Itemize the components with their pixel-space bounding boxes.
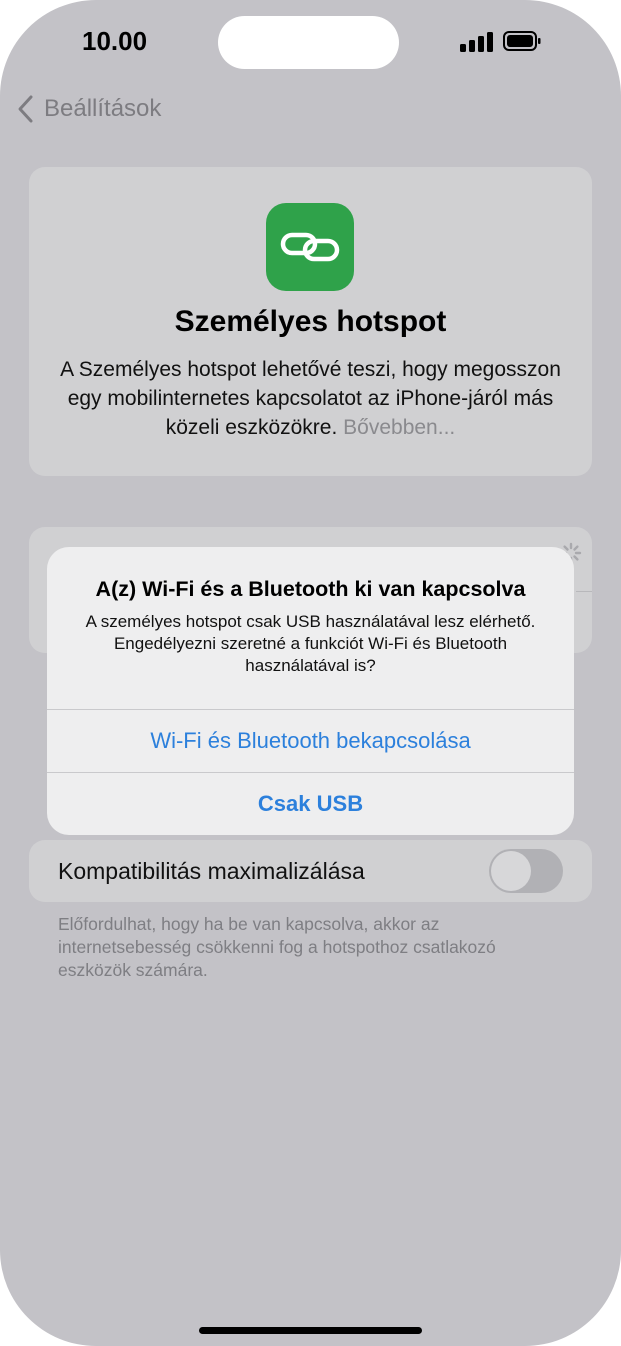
usb-only-button[interactable]: Csak USB — [47, 773, 574, 835]
more-link[interactable]: Bővebben... — [343, 416, 455, 439]
alert-title: A(z) Wi-Fi és a Bluetooth ki van kapcsol… — [95, 577, 526, 601]
hotspot-app-icon — [266, 203, 354, 291]
home-indicator[interactable] — [199, 1327, 422, 1334]
page-title: Személyes hotspot — [174, 305, 447, 338]
enable-wifi-bluetooth-button[interactable]: Wi-Fi és Bluetooth bekapcsolása — [47, 710, 574, 772]
signal-icon — [460, 32, 493, 52]
group-divider — [576, 591, 592, 592]
hotspot-description: A Személyes hotspot lehetővé teszi, hogy… — [49, 355, 572, 442]
battery-icon — [503, 31, 541, 51]
compatibility-toggle[interactable] — [489, 849, 563, 893]
description-text: A Személyes hotspot lehetővé teszi, hogy… — [60, 358, 561, 439]
hotspot-info-card: Személyes hotspot A Személyes hotspot le… — [29, 167, 592, 476]
back-label: Beállítások — [44, 95, 162, 122]
alert-message: A személyes hotspot csak USB használatáv… — [85, 612, 536, 675]
compatibility-footnote: Előfordulhat, hogy ha be van kapcsolva, … — [58, 914, 496, 980]
link-icon — [280, 232, 340, 262]
compatibility-row: Kompatibilitás maximalizálása — [29, 840, 592, 902]
chevron-left-icon — [18, 95, 33, 123]
phone-screen: 10.00 Beállítások Személyes hotspot A Sz… — [0, 0, 621, 1346]
status-time: 10.00 — [82, 26, 148, 56]
toggle-knob — [491, 851, 531, 891]
back-button[interactable]: Beállítások — [16, 94, 161, 124]
dynamic-island — [218, 16, 399, 69]
alert-dialog: A(z) Wi-Fi és a Bluetooth ki van kapcsol… — [47, 547, 574, 835]
compatibility-label: Kompatibilitás maximalizálása — [58, 858, 365, 884]
